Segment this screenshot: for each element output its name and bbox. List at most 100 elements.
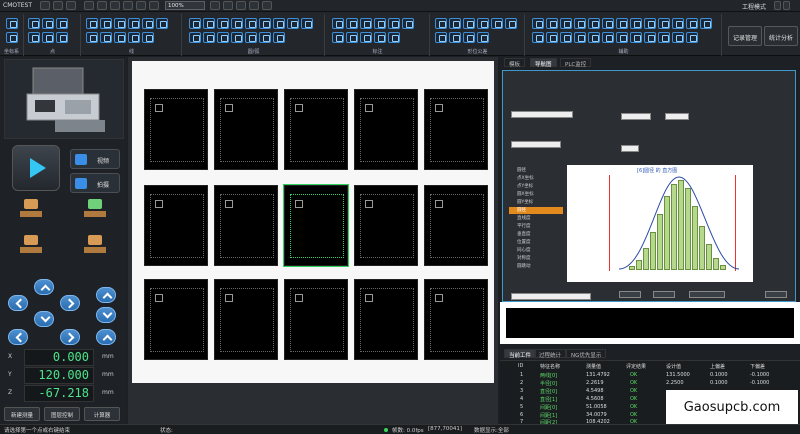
line-2p-icon[interactable] (100, 18, 112, 29)
delete-icon[interactable] (700, 18, 712, 29)
flatness-icon[interactable] (449, 18, 461, 29)
tab-ng-first[interactable]: NG优先显示 (566, 349, 607, 359)
assist-circle-icon[interactable] (546, 18, 558, 29)
new-measure-button[interactable]: 新建测量 (4, 407, 40, 421)
undo-icon[interactable] (84, 1, 94, 10)
pcb-cell[interactable] (214, 279, 278, 360)
calculator-button[interactable]: 计算器 (84, 407, 120, 421)
cell-name[interactable]: 直径[1] (540, 396, 557, 403)
display-icon[interactable] (210, 1, 220, 10)
move-right-button[interactable] (60, 295, 80, 311)
trim-icon[interactable] (588, 32, 600, 43)
angle-icon[interactable] (346, 18, 358, 29)
list-item[interactable]: 垂直度 (509, 231, 563, 238)
count-icon[interactable] (388, 32, 400, 43)
rectangle-icon[interactable] (245, 18, 257, 29)
help-icon[interactable] (262, 1, 272, 10)
pcb-cell[interactable] (144, 89, 208, 170)
light-bottom-icon[interactable] (16, 233, 46, 259)
template-select[interactable] (511, 111, 573, 118)
cell-name[interactable]: 间距[0] (540, 404, 557, 411)
move-down-button[interactable] (34, 311, 54, 327)
rotate-right-button[interactable] (60, 329, 80, 345)
arc-3p-icon[interactable] (189, 32, 201, 43)
measure-icon[interactable] (560, 32, 572, 43)
mirror-line-icon[interactable] (142, 32, 154, 43)
pcb-cell[interactable] (284, 89, 348, 170)
crosshair-icon[interactable] (236, 1, 246, 10)
grid-icon[interactable] (149, 1, 159, 10)
pcb-cell[interactable] (144, 185, 208, 266)
pcb-cell[interactable] (144, 279, 208, 360)
open-icon[interactable] (66, 1, 76, 10)
fillet-icon[interactable] (203, 32, 215, 43)
edge-point-icon[interactable] (28, 32, 40, 43)
center-point-icon[interactable] (56, 32, 68, 43)
cross-point-icon[interactable] (42, 18, 54, 29)
area-icon[interactable] (332, 32, 344, 43)
fit-circle-icon[interactable] (245, 32, 257, 43)
app-menu[interactable]: CMOTEST (3, 2, 32, 9)
light-coaxial-icon[interactable] (80, 197, 110, 223)
line-icon[interactable] (86, 18, 98, 29)
date-input[interactable] (621, 113, 651, 120)
filter-select[interactable] (511, 293, 591, 300)
save-icon[interactable] (53, 1, 63, 10)
fit-line-icon[interactable] (128, 32, 140, 43)
diameter-icon[interactable] (374, 18, 386, 29)
zoom-in-icon[interactable] (123, 1, 133, 10)
tab-process[interactable]: 过程统计 (534, 349, 567, 359)
list-item[interactable]: 圆跳动 (509, 263, 563, 270)
copy-icon[interactable] (644, 18, 656, 29)
arrow-icon[interactable] (374, 32, 386, 43)
extend-icon[interactable] (602, 32, 614, 43)
perimeter-icon[interactable] (346, 32, 358, 43)
light-off-icon[interactable] (80, 233, 110, 259)
move-up-button[interactable] (34, 279, 54, 295)
light-ring-icon[interactable] (16, 197, 46, 223)
polygon-icon[interactable] (259, 32, 271, 43)
radius-icon[interactable] (360, 18, 372, 29)
autofocus-icon[interactable] (616, 18, 628, 29)
light-icon[interactable] (223, 1, 233, 10)
grid-assist-icon[interactable] (588, 18, 600, 29)
cell-name[interactable]: 直径[0] (540, 388, 557, 395)
ellipse-icon[interactable] (231, 18, 243, 29)
array-icon[interactable] (630, 18, 642, 29)
zoom-out-icon[interactable] (136, 1, 146, 10)
tab-plc[interactable]: PLC监控 (560, 58, 592, 68)
peak-point-icon[interactable] (42, 32, 54, 43)
scale-icon[interactable] (686, 18, 698, 29)
parallelism-icon[interactable] (477, 18, 489, 29)
pcb-cell[interactable] (214, 89, 278, 170)
straightness-icon[interactable] (435, 18, 447, 29)
pcb-cell[interactable] (284, 279, 348, 360)
count-input[interactable] (621, 145, 639, 152)
redo-icon[interactable] (97, 1, 107, 10)
profile-icon[interactable] (477, 32, 489, 43)
pcb-cell[interactable] (354, 185, 418, 266)
close-icon[interactable] (783, 1, 790, 10)
concentricity-icon[interactable] (435, 32, 447, 43)
mid-point-icon[interactable] (56, 18, 68, 29)
list-item[interactable]: 点X坐标 (509, 175, 563, 182)
tab-template[interactable]: 模板 (504, 58, 526, 68)
slot-icon[interactable] (259, 18, 271, 29)
assist-point-icon[interactable] (560, 18, 572, 29)
mode-label[interactable]: 工程模式 (742, 2, 766, 11)
pcb-cell[interactable] (424, 279, 488, 360)
text-icon[interactable] (360, 32, 372, 43)
tangent-line-icon[interactable] (156, 18, 168, 29)
distance-icon[interactable] (332, 18, 344, 29)
pcb-cell[interactable] (424, 89, 488, 170)
pcb-cell[interactable] (354, 279, 418, 360)
edge-find-icon[interactable] (574, 32, 586, 43)
capture-button[interactable]: 拍摄 (70, 173, 120, 193)
close-button[interactable] (765, 291, 787, 298)
arc-icon[interactable] (217, 18, 229, 29)
position-icon[interactable] (505, 18, 517, 29)
break-icon[interactable] (616, 32, 628, 43)
align-icon[interactable] (6, 32, 18, 43)
horizontal-dist-icon[interactable] (388, 18, 400, 29)
measure-canvas[interactable] (128, 57, 498, 424)
